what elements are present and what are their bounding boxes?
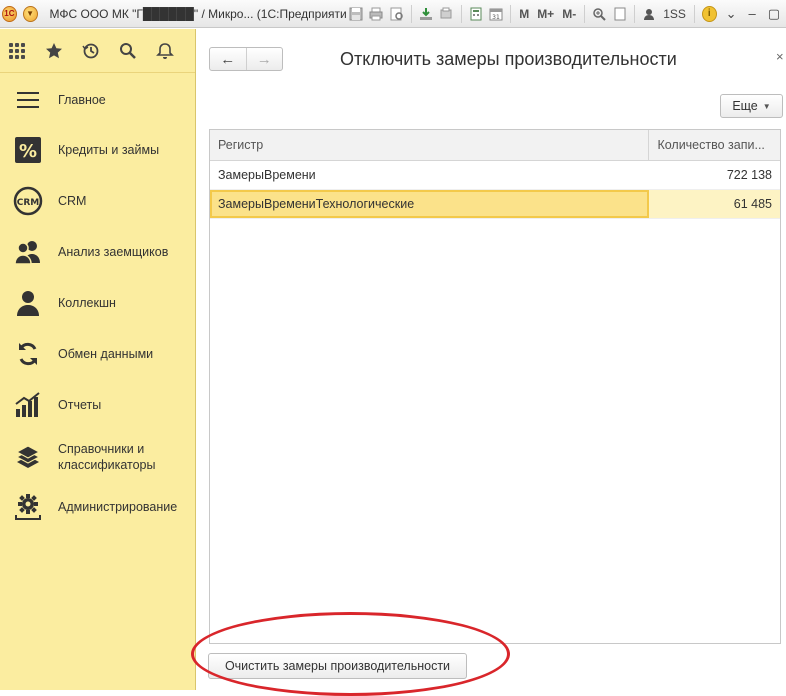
window-titlebar: 1C ▼ МФС ООО МК "Г██████" / Микро... (1С… bbox=[0, 0, 786, 28]
cell-register: ЗамерыВремени bbox=[218, 168, 316, 182]
table-header: Регистр Количество запи... bbox=[210, 130, 780, 161]
window-title: МФС ООО МК "Г██████" / Микро... (1С:Пред… bbox=[49, 6, 346, 21]
sync-icon bbox=[13, 339, 43, 369]
cell-count: 722 138 bbox=[726, 168, 772, 182]
current-user[interactable]: 1SS bbox=[663, 7, 686, 21]
sidebar-item-borrower-analysis[interactable]: Анализ заемщиков bbox=[0, 237, 196, 267]
star-icon[interactable] bbox=[43, 40, 65, 62]
cell-register: ЗамерыВремениТехнологические bbox=[210, 190, 650, 218]
sidebar-item-collection[interactable]: Коллекшн bbox=[0, 288, 196, 318]
crm-icon: CRM bbox=[13, 186, 43, 216]
back-button[interactable]: ← bbox=[210, 48, 246, 70]
sidebar-item-label: Кредиты и займы bbox=[58, 143, 160, 157]
sidebar-item-reports[interactable]: Отчеты bbox=[0, 390, 196, 420]
info-icon[interactable]: i bbox=[701, 5, 717, 22]
svg-text:31: 31 bbox=[492, 14, 500, 21]
toolbar-separator bbox=[460, 4, 462, 23]
sidebar-item-administration[interactable]: Администрирование bbox=[0, 492, 196, 522]
table-row-selected[interactable]: ЗамерыВремениТехнологические 61 485 bbox=[210, 190, 780, 219]
sidebar-item-loans[interactable]: % Кредиты и займы bbox=[0, 135, 196, 165]
more-actions-label: Еще bbox=[732, 99, 758, 113]
sidebar-toolbar bbox=[0, 29, 195, 73]
window-icon[interactable] bbox=[612, 5, 628, 23]
sidebar-item-label: Обмен данными bbox=[58, 347, 154, 361]
history-navigation: ← → bbox=[209, 47, 283, 71]
calculator-icon[interactable] bbox=[467, 5, 483, 23]
toolbar-separator bbox=[510, 4, 512, 23]
memory-button[interactable]: M bbox=[519, 7, 529, 21]
sidebar: Главное % Кредиты и займы CRM CRM Анализ… bbox=[0, 29, 196, 690]
toolbar-separator bbox=[584, 4, 586, 23]
memory-plus-button[interactable]: M+ bbox=[537, 7, 554, 21]
sidebar-item-label: CRM bbox=[58, 194, 87, 208]
column-header-count[interactable]: Количество запи... bbox=[649, 130, 780, 160]
print-icon[interactable] bbox=[368, 5, 384, 23]
download-icon[interactable] bbox=[418, 5, 434, 23]
bell-icon[interactable] bbox=[154, 40, 176, 62]
svg-text:CRM: CRM bbox=[17, 198, 40, 208]
sidebar-item-crm[interactable]: CRM CRM bbox=[0, 186, 196, 216]
sidebar-item-label: Отчеты bbox=[58, 398, 102, 412]
dropdown-caret-icon[interactable]: ⌄ bbox=[726, 6, 737, 22]
clear-measurements-button[interactable]: Очистить замеры производительности bbox=[208, 653, 467, 679]
sidebar-item-label: Справочники и классификаторы bbox=[58, 442, 156, 472]
bar-chart-icon bbox=[13, 390, 43, 420]
users-icon bbox=[13, 237, 43, 267]
svg-text:%: % bbox=[19, 141, 37, 162]
registers-table[interactable]: Регистр Количество запи... ЗамерыВремени… bbox=[209, 129, 781, 644]
zoom-icon[interactable] bbox=[591, 5, 607, 23]
page-title: Отключить замеры производительности bbox=[340, 49, 677, 69]
memory-minus-button[interactable]: M- bbox=[562, 7, 576, 21]
more-actions-button[interactable]: Еще ▼ bbox=[720, 94, 783, 118]
user-icon bbox=[641, 5, 657, 23]
sidebar-item-label: Коллекшн bbox=[58, 296, 116, 310]
print-doc-icon[interactable] bbox=[438, 5, 454, 23]
save-icon[interactable] bbox=[348, 5, 364, 23]
sidebar-item-directories[interactable]: Справочники и классификаторы bbox=[0, 439, 196, 475]
minimize-icon[interactable]: – bbox=[748, 6, 755, 21]
toolbar-separator bbox=[410, 4, 412, 23]
cell-count: 61 485 bbox=[649, 190, 780, 218]
print-preview-icon[interactable] bbox=[388, 5, 404, 23]
user-icon bbox=[13, 288, 43, 318]
menu-lines-icon bbox=[13, 85, 43, 115]
restore-icon[interactable]: ▢ bbox=[768, 6, 780, 22]
close-form-icon[interactable]: × bbox=[776, 49, 784, 64]
column-header-register[interactable]: Регистр bbox=[210, 130, 650, 160]
sidebar-item-label: Главное bbox=[58, 93, 106, 107]
forward-button[interactable]: → bbox=[245, 48, 283, 70]
main-content: ← → Отключить замеры производительности … bbox=[197, 29, 786, 690]
books-icon bbox=[13, 442, 43, 472]
sidebar-item-main[interactable]: Главное bbox=[0, 86, 196, 114]
main-menu-button[interactable]: ▼ bbox=[22, 5, 38, 22]
gear-icon bbox=[13, 492, 43, 522]
percent-icon: % bbox=[13, 135, 43, 165]
history-icon[interactable] bbox=[80, 40, 102, 62]
table-row[interactable]: ЗамерыВремени 722 138 bbox=[210, 161, 780, 190]
calendar-icon[interactable]: 31 bbox=[488, 5, 504, 23]
sidebar-item-data-exchange[interactable]: Обмен данными bbox=[0, 339, 196, 369]
sidebar-item-label: Анализ заемщиков bbox=[58, 245, 169, 259]
apps-grid-icon[interactable] bbox=[6, 40, 28, 62]
toolbar-separator bbox=[693, 4, 695, 23]
dropdown-caret-icon: ▼ bbox=[762, 101, 771, 111]
toolbar-separator bbox=[633, 4, 635, 23]
search-icon[interactable] bbox=[117, 40, 139, 62]
app-logo-icon: 1C bbox=[2, 5, 17, 22]
sidebar-item-label: Администрирование bbox=[58, 500, 178, 514]
